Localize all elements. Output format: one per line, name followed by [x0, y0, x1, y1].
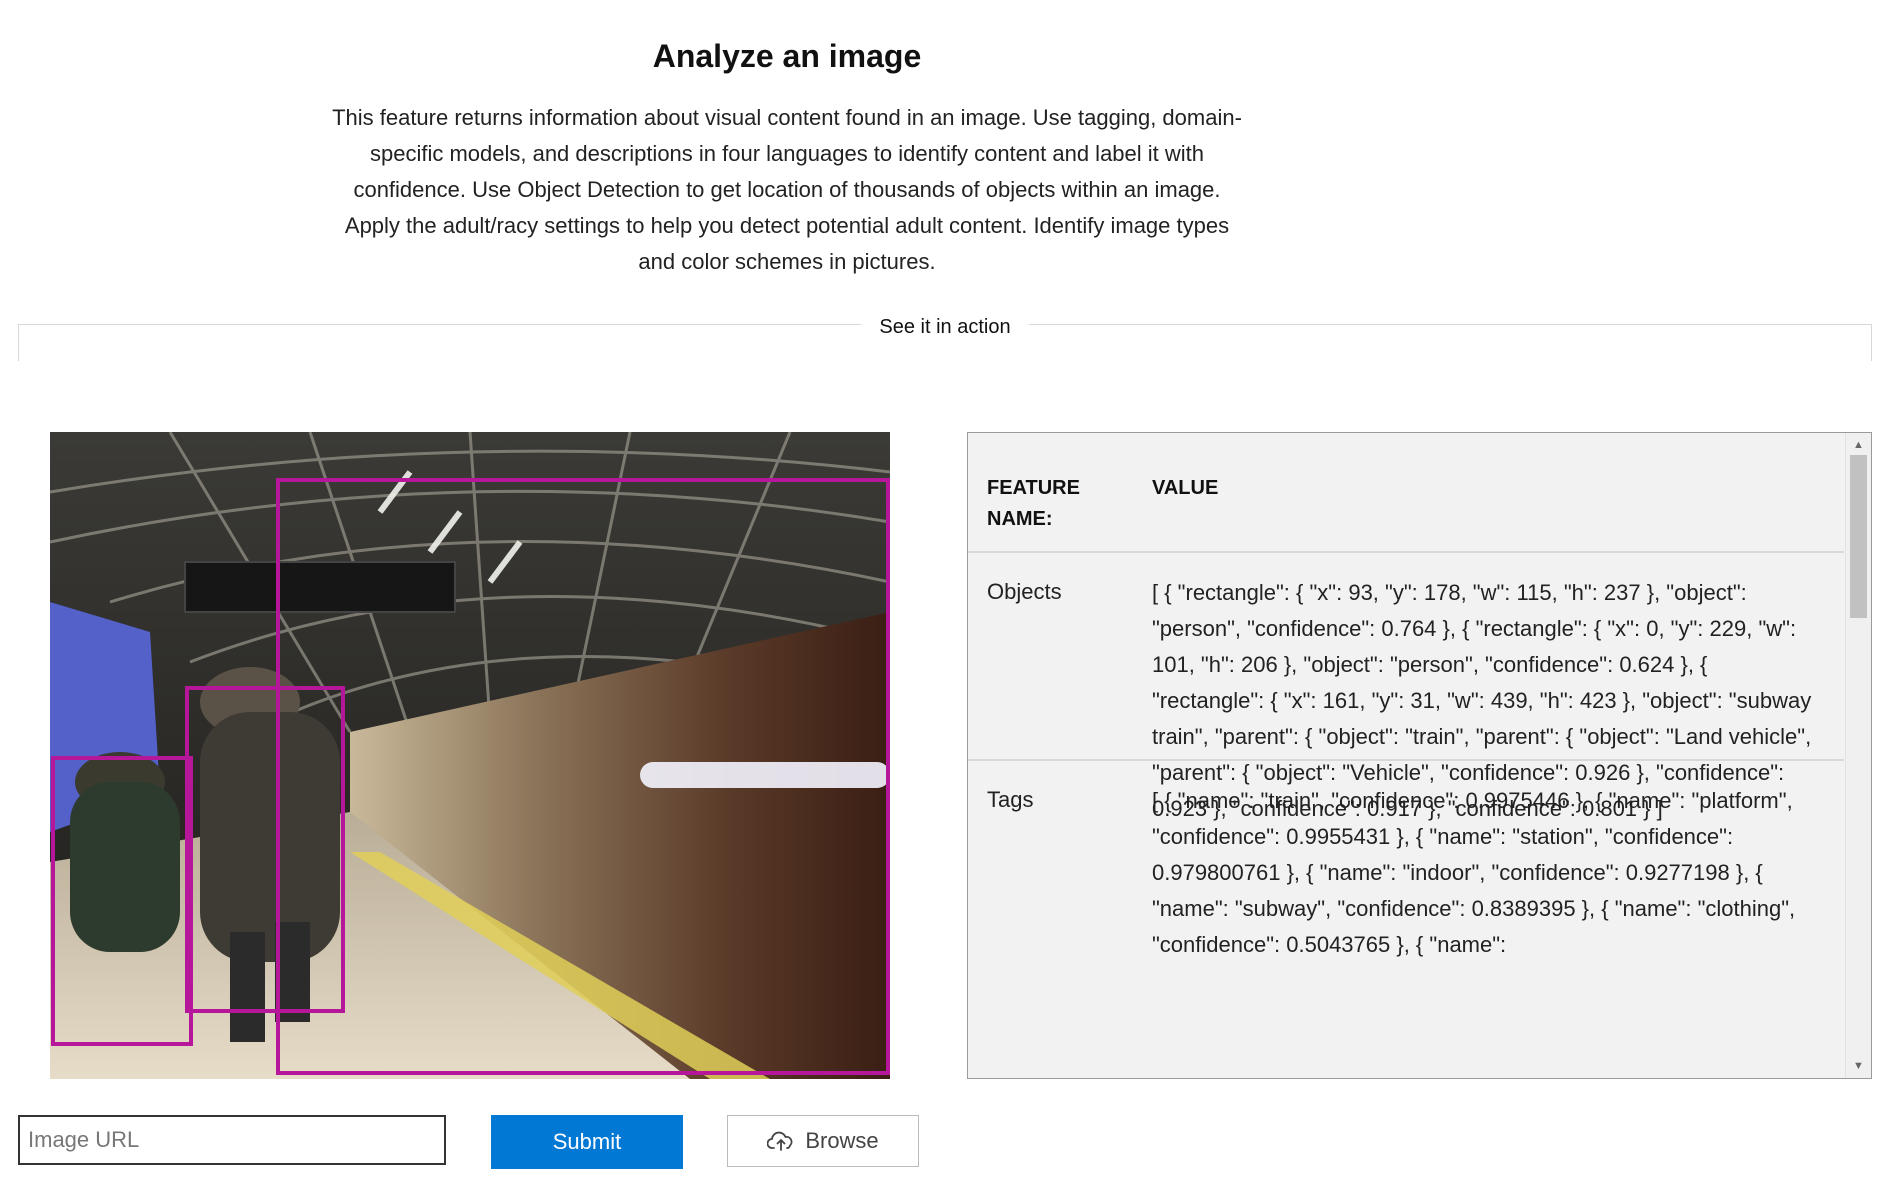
scroll-down-arrow-icon[interactable]: ▼: [1846, 1056, 1871, 1076]
results-table: FEATURE NAME: VALUE Objects [ { "rectang…: [968, 433, 1844, 1078]
page-title: Analyze an image: [652, 38, 922, 74]
table-row: Objects [ { "rectangle": { "x": 93, "y":…: [968, 553, 1844, 821]
results-table-header: FEATURE NAME: VALUE: [968, 433, 1844, 553]
cloud-upload-icon: [767, 1131, 793, 1151]
section-heading-text: See it in action: [861, 316, 1029, 338]
feature-name-cell: Objects: [987, 579, 1062, 604]
page-description: This feature returns information about v…: [332, 105, 1242, 274]
scroll-up-arrow-icon[interactable]: ▲: [1846, 435, 1871, 455]
feature-value-cell: [ { "name": "train", "confidence": 0.997…: [1152, 788, 1796, 957]
analyzed-image: [50, 432, 890, 1079]
feature-name-cell: Tags: [987, 787, 1034, 812]
subway-scene-image: [50, 432, 890, 1079]
submit-button[interactable]: Submit: [491, 1115, 683, 1169]
results-scrollbar[interactable]: ▲ ▼: [1845, 433, 1871, 1078]
section-heading: See it in action: [0, 316, 1878, 339]
image-url-input[interactable]: [18, 1115, 446, 1165]
results-panel[interactable]: FEATURE NAME: VALUE Objects [ { "rectang…: [967, 432, 1872, 1079]
scroll-thumb[interactable]: [1850, 455, 1867, 618]
value-header: VALUE: [1152, 477, 1219, 499]
feature-name-header: FEATURE NAME:: [987, 477, 1080, 530]
browse-button[interactable]: Browse: [727, 1115, 919, 1167]
table-row: Tags [ { "name": "train", "confidence": …: [968, 761, 1844, 1078]
browse-button-label: Browse: [805, 1128, 879, 1153]
